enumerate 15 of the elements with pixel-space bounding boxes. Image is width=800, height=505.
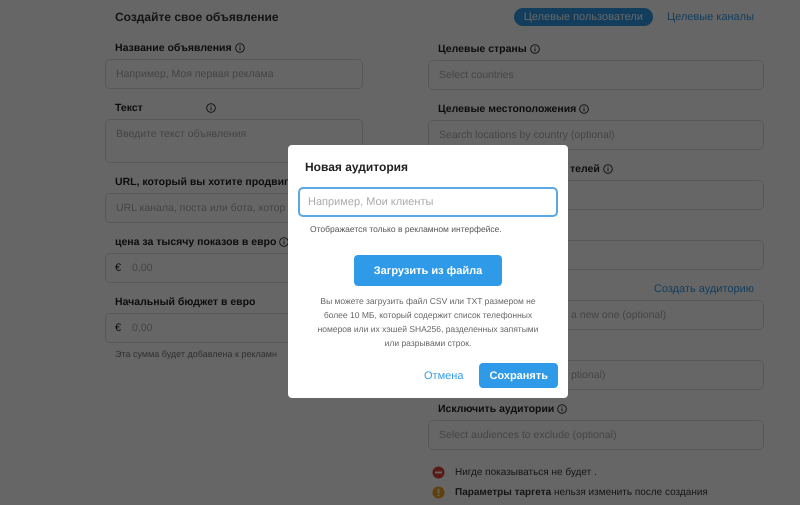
field-label: Исключить аудитории (438, 403, 554, 415)
field-label: цена за тысячу показов в евро (115, 236, 276, 248)
field-label: URL, который вы хотите продвиг (115, 176, 288, 188)
notice-text: Нигде показываться не будет . (455, 467, 597, 478)
currency-symbol: € (115, 321, 122, 335)
page-title: Создайте свое объявление (115, 9, 280, 26)
currency-symbol: € (115, 261, 122, 275)
notice-text: Параметры таргета нельзя изменить после создания (455, 487, 708, 498)
field-label: Целевые местоположения (438, 103, 576, 115)
field-label: Название объявления (115, 42, 232, 54)
field-label: Текст (115, 102, 143, 114)
field-label: Начальный бюджет в евро (115, 296, 256, 308)
field-hint: Отображается только в рекламном интерфейсе. (310, 224, 502, 234)
field-label: Целевые страны (438, 43, 527, 55)
field-label: телей (570, 163, 600, 175)
